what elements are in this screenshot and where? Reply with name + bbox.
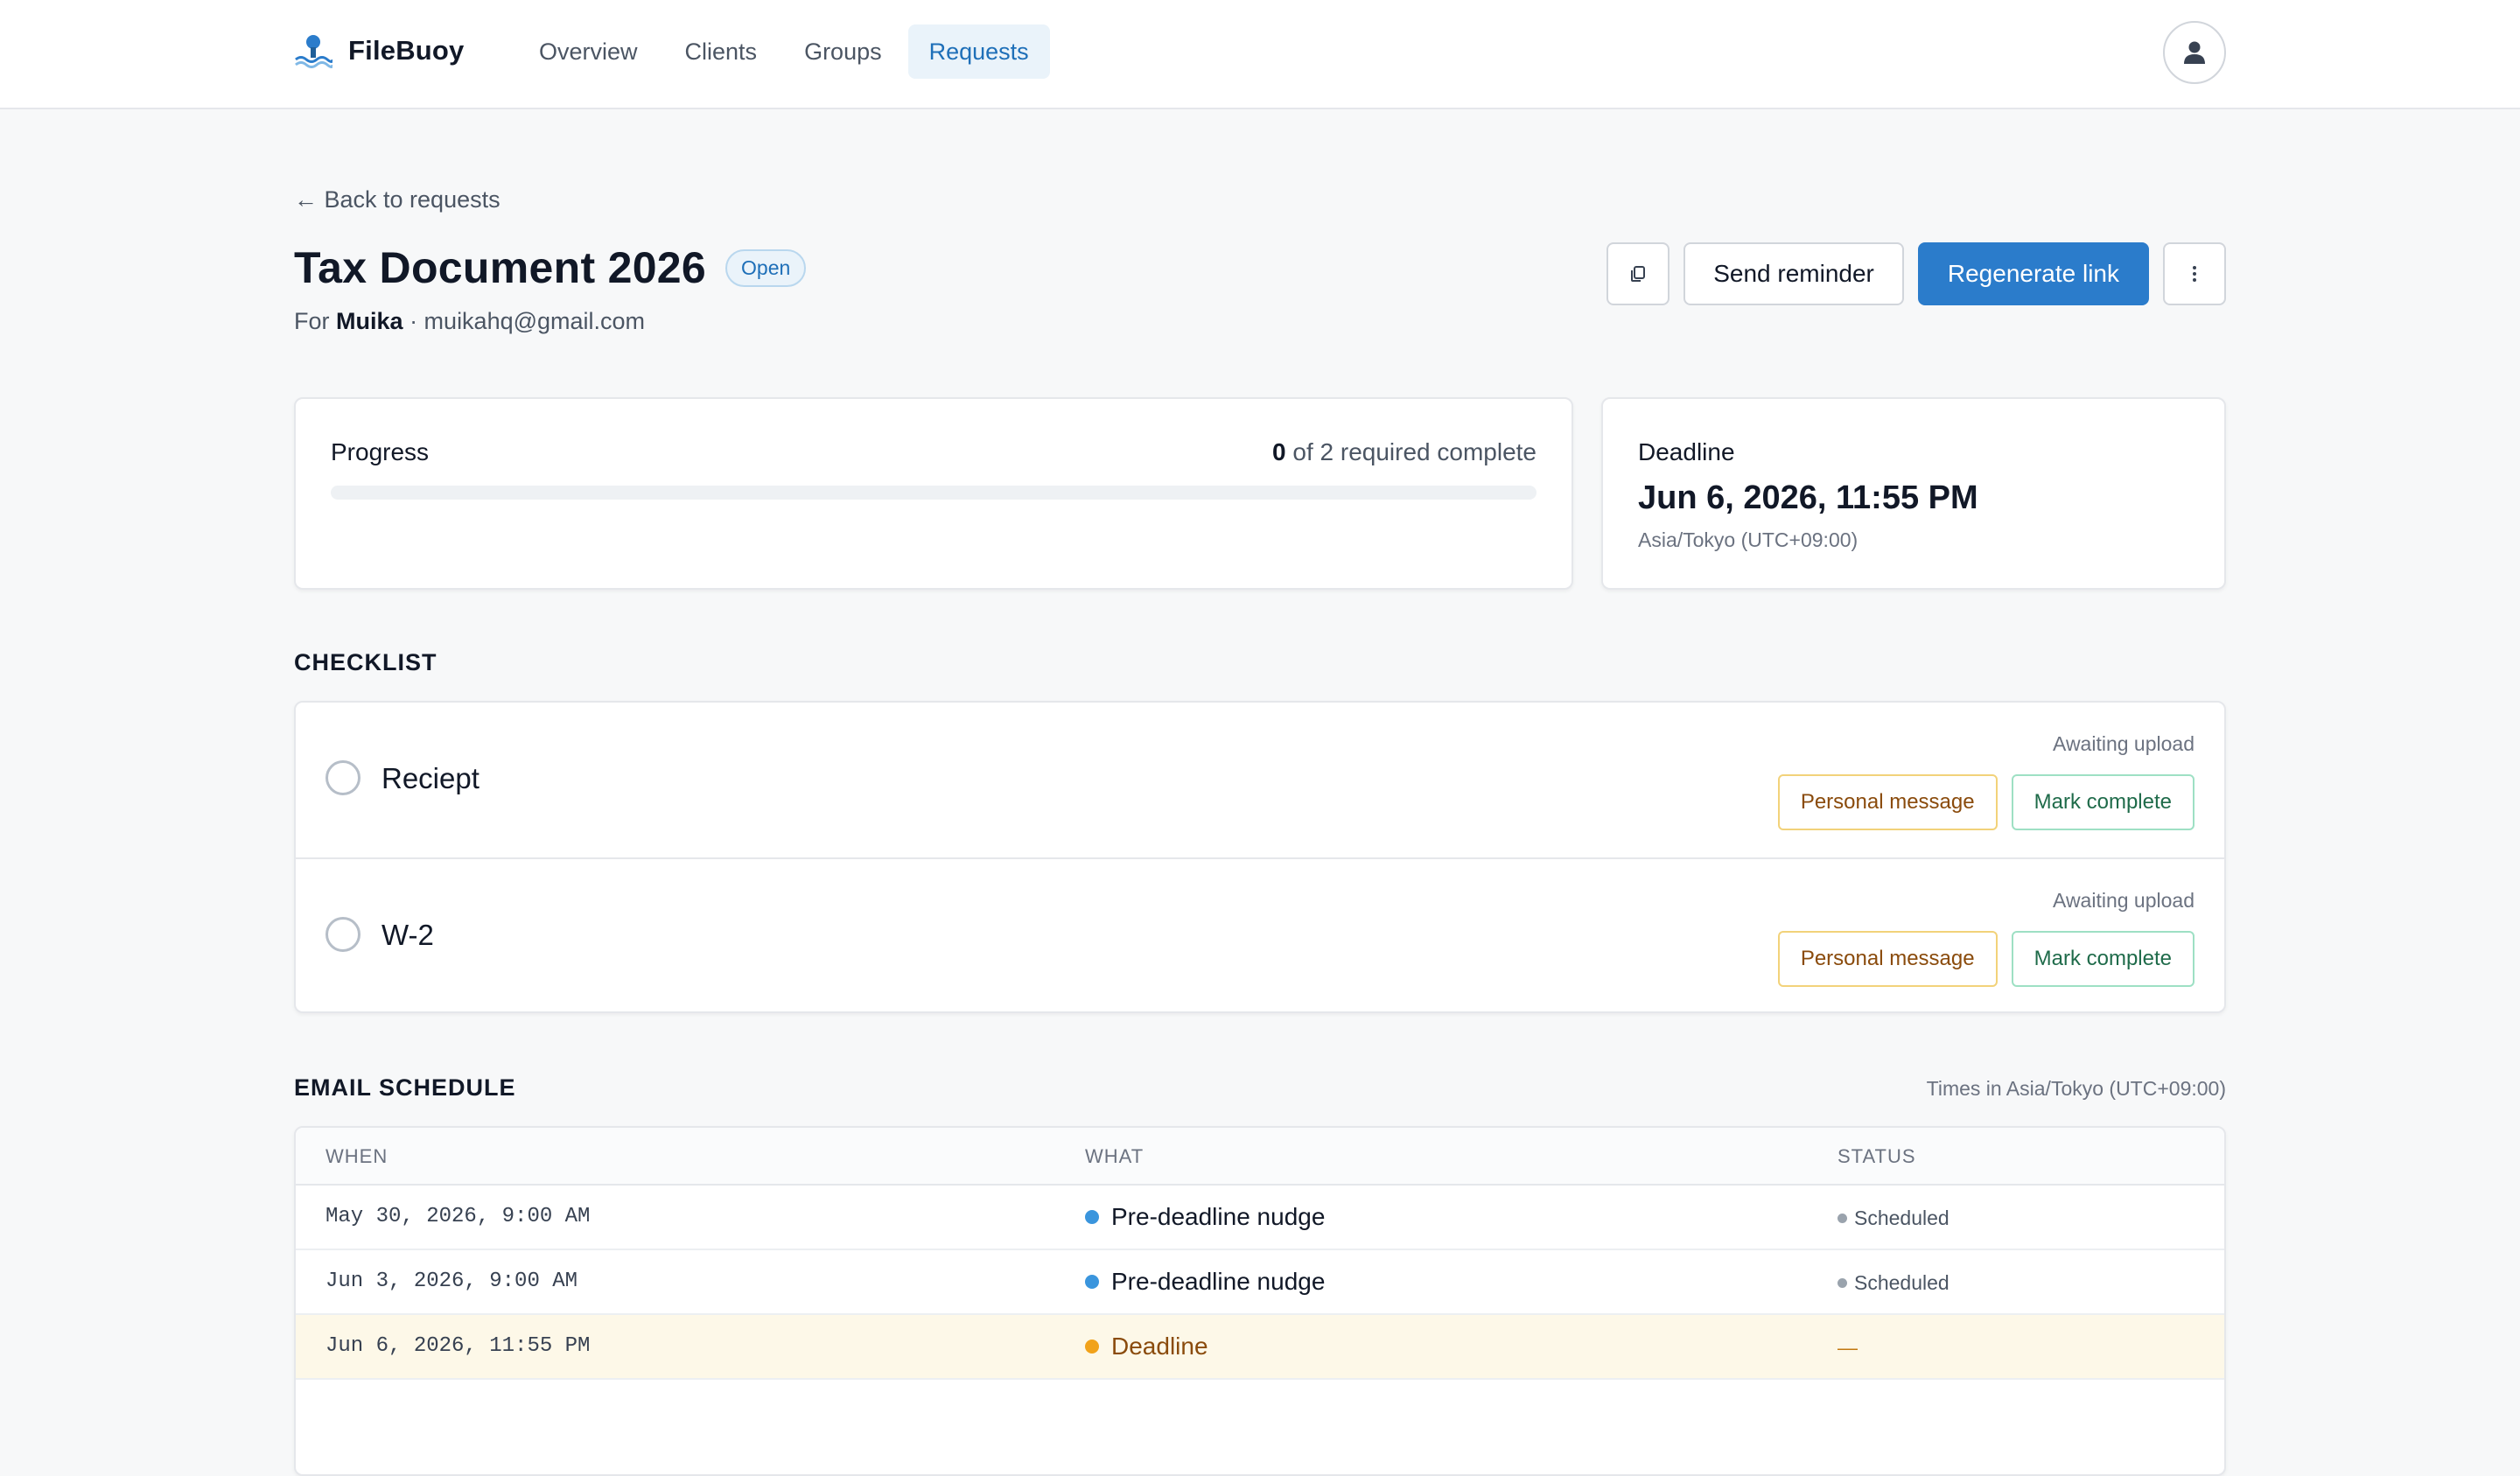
title-row: Tax Document 2026 Open [294, 242, 807, 293]
top-navigation-bar: FileBuoy Overview Clients Groups Request… [0, 0, 2520, 109]
progress-done-count: 0 [1272, 438, 1286, 465]
send-reminder-button[interactable]: Send reminder [1684, 242, 1904, 305]
table-row: May 30, 2026, 9:00 AM Pre-deadline nudge… [296, 1186, 2224, 1250]
page-title: Tax Document 2026 [294, 243, 707, 292]
user-icon [2184, 41, 2205, 64]
email-schedule-table: WHEN WHAT STATUS May 30, 2026, 9:00 AM P… [294, 1126, 2226, 1476]
checklist-item-status: Awaiting upload [2053, 889, 2194, 912]
column-header-when: WHEN [326, 1145, 388, 1167]
deadline-label: Deadline [1638, 438, 1735, 465]
checklist-heading: CHECKLIST [294, 649, 438, 675]
app-name: FileBuoy [348, 35, 465, 66]
row-when: Jun 3, 2026, 9:00 AM [326, 1270, 578, 1293]
deadline-value: Jun 6, 2026, 11:55 PM [1638, 479, 1978, 516]
checklist-item: Reciept Awaiting upload Personal message… [296, 703, 2224, 857]
status-dot-icon [1838, 1214, 1847, 1223]
progress-bar [331, 486, 1536, 500]
column-header-what: WHAT [1085, 1145, 1144, 1167]
deadline-card: Deadline Jun 6, 2026, 11:55 PM Asia/Toky… [1601, 397, 2226, 590]
checklist-card: Reciept Awaiting upload Personal message… [294, 701, 2226, 1013]
nudge-dot-icon [1085, 1210, 1099, 1224]
progress-card: Progress 0 of 2 required complete [294, 397, 1573, 590]
status-dot-icon [1838, 1278, 1847, 1288]
row-what: Deadline [1085, 1333, 1208, 1361]
client-info: For Muika · muikahq@gmail.com [294, 308, 645, 335]
more-options-button[interactable] [2163, 242, 2226, 305]
progress-label: Progress [331, 438, 430, 465]
status-badge: Open [725, 248, 807, 287]
row-status-label: Scheduled [1854, 1271, 1950, 1294]
mark-complete-button[interactable]: Mark complete [2011, 931, 2194, 987]
nudge-dot-icon [1085, 1275, 1099, 1289]
for-prefix: For [294, 308, 330, 334]
table-row: Jun 3, 2026, 9:00 AM Pre-deadline nudge … [296, 1250, 2224, 1315]
row-status: Scheduled [1838, 1271, 1950, 1295]
nav-item-groups[interactable]: Groups [783, 24, 903, 79]
checklist-checkbox[interactable] [326, 760, 360, 795]
checklist-item-status: Awaiting upload [2053, 732, 2194, 755]
row-status: Scheduled [1838, 1207, 1950, 1230]
schedule-timezone-note: Times in Asia/Tokyo (UTC+09:00) [1926, 1077, 2226, 1100]
client-email: · muikahq@gmail.com [410, 308, 646, 334]
buoy-logo-icon [295, 35, 332, 68]
request-actions: Send reminder Regenerate link [1606, 242, 2226, 305]
progress-summary: 0 of 2 required complete [1272, 438, 1536, 466]
row-status: — [1838, 1336, 1858, 1360]
checklist-item-name: W-2 [382, 919, 434, 951]
main-nav: Overview Clients Groups Requests [518, 24, 1050, 79]
table-header: WHEN WHAT STATUS [296, 1128, 2224, 1186]
row-what: Pre-deadline nudge [1085, 1268, 1325, 1296]
regenerate-link-button[interactable]: Regenerate link [1917, 242, 2149, 305]
copy-link-button[interactable] [1606, 242, 1670, 305]
row-when: May 30, 2026, 9:00 AM [326, 1205, 591, 1228]
column-header-status: STATUS [1838, 1145, 1916, 1167]
checklist-item-actions: Personal message Mark complete [1777, 774, 2194, 830]
user-avatar-button[interactable] [2163, 21, 2226, 84]
table-row-deadline: Jun 6, 2026, 11:55 PM Deadline — [296, 1315, 2224, 1380]
row-what-label: Pre-deadline nudge [1111, 1203, 1326, 1230]
back-to-requests-link[interactable]: ← Back to requests [294, 186, 500, 213]
brand[interactable]: FileBuoy [294, 33, 465, 68]
checklist-checkbox[interactable] [326, 917, 360, 952]
nav-item-clients[interactable]: Clients [664, 24, 779, 79]
row-status-label: Scheduled [1854, 1207, 1950, 1229]
mark-complete-button[interactable]: Mark complete [2011, 774, 2194, 830]
row-status-label: — [1838, 1336, 1858, 1359]
nav-item-overview[interactable]: Overview [518, 24, 659, 79]
progress-summary-text: of 2 required complete [1292, 438, 1536, 465]
checklist-item-name: Reciept [382, 762, 480, 794]
row-what-label: Pre-deadline nudge [1111, 1268, 1326, 1295]
more-vertical-icon [2193, 266, 2196, 282]
personal-message-button[interactable]: Personal message [1777, 931, 1998, 987]
deadline-dot-icon [1085, 1340, 1099, 1354]
row-what-label: Deadline [1111, 1333, 1208, 1360]
row-when: Jun 6, 2026, 11:55 PM [326, 1334, 591, 1358]
email-schedule-heading: EMAIL SCHEDULE [294, 1074, 516, 1101]
nav-item-requests[interactable]: Requests [907, 24, 1050, 79]
personal-message-button[interactable]: Personal message [1777, 774, 1998, 830]
deadline-timezone: Asia/Tokyo (UTC+09:00) [1638, 528, 1858, 551]
copy-icon [1631, 266, 1646, 282]
checklist-item: W-2 Awaiting upload Personal message Mar… [296, 857, 2224, 1012]
client-name: Muika [336, 308, 403, 334]
row-what: Pre-deadline nudge [1085, 1203, 1325, 1231]
checklist-item-actions: Personal message Mark complete [1777, 931, 2194, 987]
